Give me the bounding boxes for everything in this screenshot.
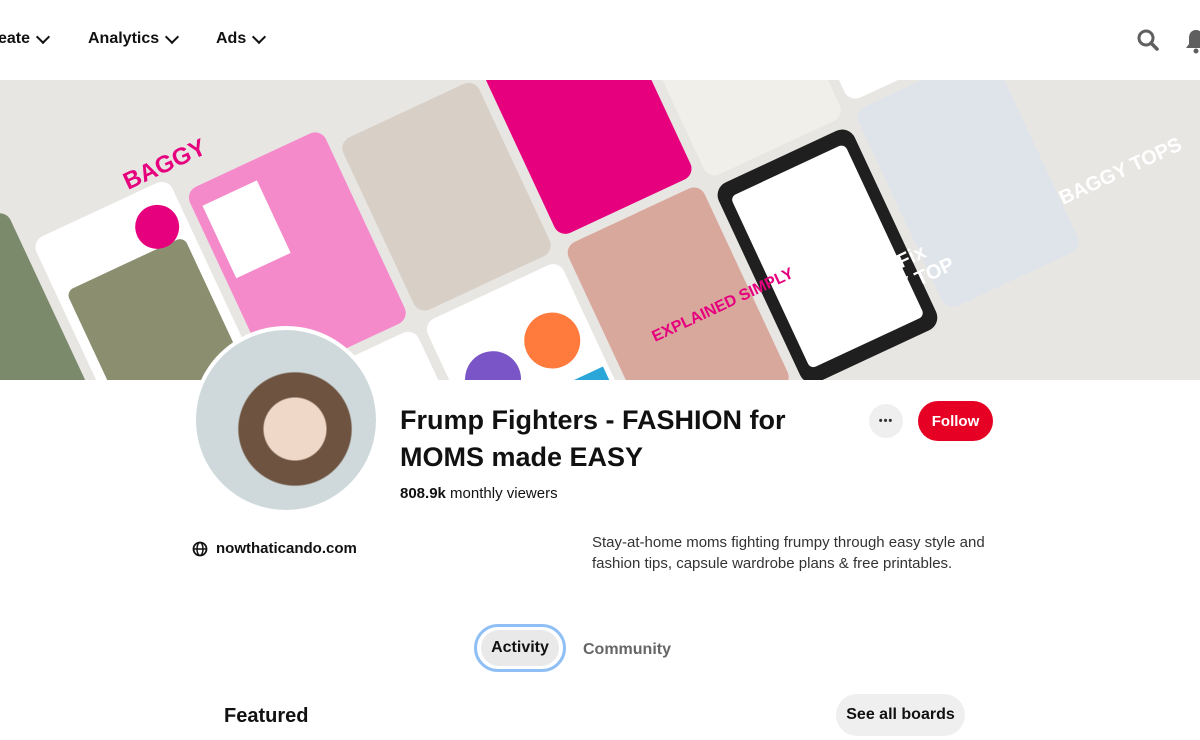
search-icon[interactable] — [1136, 28, 1160, 52]
profile-avatar — [192, 326, 380, 514]
cover-collage: 6 Ways to Fix A FRUMPY TOP EXPLAINED SIM… — [0, 80, 1200, 380]
website-link[interactable]: nowthaticando.com — [192, 540, 357, 557]
follow-button[interactable]: Follow — [918, 401, 993, 441]
chevron-down-icon — [35, 29, 51, 44]
viewers-count: 808.9k — [400, 485, 446, 502]
profile-avatar-photo — [196, 330, 376, 510]
chevron-down-icon — [165, 29, 180, 44]
analytics-menu[interactable]: Analytics — [88, 29, 180, 48]
featured-heading: Featured — [224, 705, 309, 727]
tab-community[interactable]: Community — [583, 641, 671, 659]
more-options-button[interactable]: ••• — [869, 404, 903, 438]
ads-label: Ads — [216, 30, 247, 47]
profile-bio: Stay-at-home moms fighting frumpy throug… — [592, 534, 985, 572]
monthly-viewers: 808.9k monthly viewers — [400, 485, 558, 502]
create-menu[interactable]: eate — [0, 29, 51, 48]
top-navigation: eate Analytics Ads — [0, 0, 1200, 80]
viewers-label: monthly viewers — [445, 485, 558, 502]
tab-activity[interactable]: Activity — [474, 624, 566, 672]
globe-icon — [192, 541, 208, 556]
notification-bell-icon[interactable] — [1184, 28, 1200, 54]
profile-cover-image: 6 Ways to Fix A FRUMPY TOP EXPLAINED SIM… — [0, 80, 1200, 380]
create-label: eate — [0, 30, 31, 47]
profile-name: Frump Fighters - FASHION for MOMS made E… — [400, 405, 786, 472]
tab-activity-label: Activity — [481, 630, 559, 666]
analytics-label: Analytics — [88, 30, 160, 47]
see-all-boards-button[interactable]: See all boards — [836, 694, 965, 736]
website-url: nowthaticando.com — [216, 540, 357, 557]
ads-menu[interactable]: Ads — [216, 29, 267, 48]
ellipsis-icon: ••• — [878, 415, 894, 427]
chevron-down-icon — [252, 29, 267, 44]
